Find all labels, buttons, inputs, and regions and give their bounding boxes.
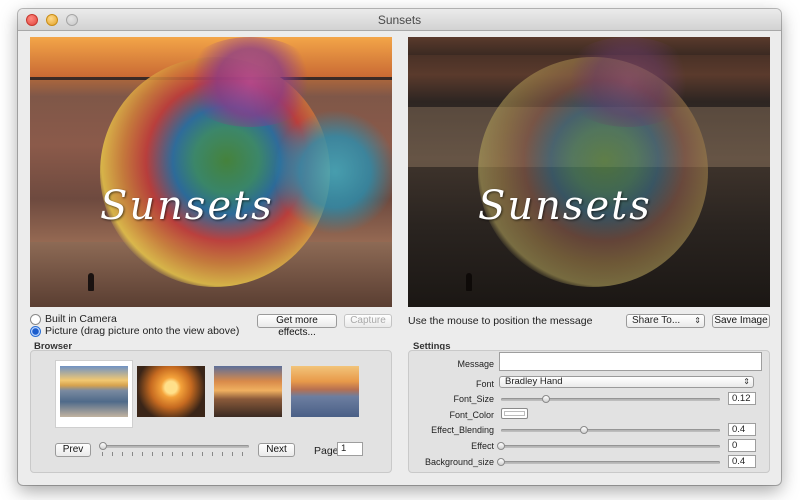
effect-blending-label: Effect_Blending [431, 425, 494, 435]
message-input[interactable] [499, 352, 762, 371]
zoom-window-button[interactable] [66, 14, 78, 26]
browser-slider-ticks [102, 452, 249, 456]
window-title: Sunsets [377, 13, 422, 27]
settings-group: Message Font Bradley Hand ⇕ Font_Size 0.… [408, 350, 770, 473]
get-more-effects-button[interactable]: Get more effects... [257, 314, 337, 338]
title-bar: Sunsets [18, 9, 781, 31]
effect-blending-slider-track[interactable] [501, 429, 720, 432]
runner-silhouette [466, 273, 472, 291]
effect-label: Effect [471, 441, 494, 451]
radio-picture-control[interactable] [30, 325, 41, 337]
position-instruction: Use the mouse to position the message [408, 315, 593, 327]
close-window-button[interactable] [26, 14, 38, 26]
effect-blending-field[interactable]: 0.4 [728, 423, 756, 436]
font-popup[interactable]: Bradley Hand ⇕ [499, 376, 754, 388]
updown-arrows-icon: ⇕ [694, 316, 701, 325]
font-popup-value: Bradley Hand [505, 376, 563, 387]
radio-picture-label: Picture (drag picture onto the view abov… [45, 325, 240, 337]
capture-button[interactable]: Capture [344, 314, 392, 328]
result-message-text: Sunsets [478, 183, 652, 229]
save-image-button[interactable]: Save Image [712, 314, 770, 328]
font-size-slider-knob[interactable] [542, 395, 550, 403]
share-to-label: Share To... [632, 315, 681, 326]
overlay-message-text: Sunsets [100, 183, 274, 229]
background-size-field[interactable]: 0.4 [728, 455, 756, 468]
thumbnail-2[interactable] [137, 366, 205, 417]
effect-field[interactable]: 0 [728, 439, 756, 452]
source-preview-view[interactable]: Sunsets [30, 37, 392, 307]
browser-group: Prev Next Page: 1 [30, 350, 392, 473]
font-color-well[interactable] [501, 408, 528, 419]
main-window: Sunsets Sunsets Sunsets Built in Camera … [18, 9, 781, 485]
background-size-slider-knob[interactable] [497, 458, 505, 466]
font-size-slider-track[interactable] [501, 398, 720, 401]
page-field[interactable]: 1 [337, 442, 363, 456]
radio-builtin-camera-label: Built in Camera [45, 313, 117, 325]
thumbnail-1[interactable] [60, 366, 128, 417]
effect-slider-knob[interactable] [497, 442, 505, 450]
thumbnail-4[interactable] [291, 366, 359, 417]
effect-slider-track[interactable] [501, 445, 720, 448]
message-label: Message [457, 359, 494, 369]
runner-silhouette [88, 273, 94, 291]
browser-slider-knob[interactable] [99, 442, 107, 450]
font-label: Font [475, 379, 494, 389]
effect-blending-slider-knob[interactable] [580, 426, 588, 434]
radio-picture[interactable]: Picture (drag picture onto the view abov… [30, 325, 239, 337]
font-size-label: Font_Size [453, 394, 494, 404]
prev-button[interactable]: Prev [55, 443, 91, 457]
share-to-popup[interactable]: Share To... ⇕ [626, 314, 705, 328]
background-size-slider-track[interactable] [501, 461, 720, 464]
font-color-label: Font_Color [449, 410, 494, 420]
minimize-window-button[interactable] [46, 14, 58, 26]
thumbnail-3[interactable] [214, 366, 282, 417]
background-size-label: Background_size [424, 457, 494, 467]
result-preview-view[interactable]: Sunsets [408, 37, 770, 307]
radio-builtin-camera-control[interactable] [30, 313, 41, 325]
updown-arrows-icon: ⇕ [743, 377, 750, 386]
font-size-field[interactable]: 0.12 [728, 392, 756, 405]
browser-slider-track[interactable] [102, 445, 249, 448]
next-button[interactable]: Next [258, 443, 295, 457]
radio-builtin-camera[interactable]: Built in Camera [30, 313, 117, 325]
